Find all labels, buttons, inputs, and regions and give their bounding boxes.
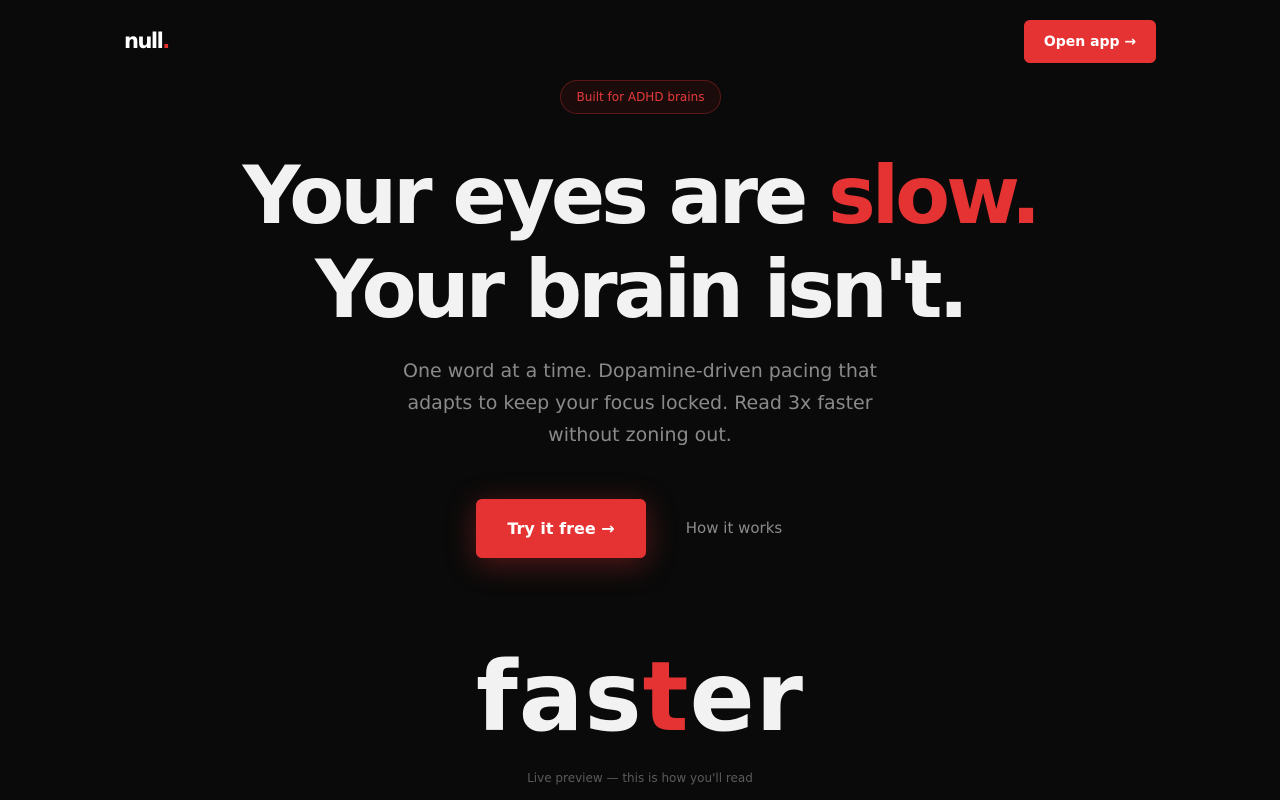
- logo[interactable]: null.: [124, 28, 170, 54]
- adhd-badge: Built for ADHD brains: [560, 80, 721, 114]
- preview-word-after: er: [689, 641, 805, 753]
- how-it-works-link[interactable]: How it works: [672, 516, 796, 540]
- preview-word-before: fas: [475, 641, 643, 753]
- try-it-free-button[interactable]: Try it free →: [476, 499, 646, 558]
- preview-word-focus-letter: t: [642, 641, 690, 753]
- headline-line-1: Your eyes are slow.: [0, 150, 1280, 242]
- landing-page: null. Open app → Built for ADHD brains Y…: [0, 0, 1280, 800]
- logo-text: null: [124, 29, 164, 53]
- preview-caption: Live preview — this is how you'll read: [527, 771, 753, 785]
- open-app-button[interactable]: Open app →: [1024, 20, 1156, 63]
- headline-accent-word: slow.: [828, 149, 1041, 242]
- headline-line-2: Your brain isn't.: [315, 243, 969, 336]
- hero-subtext: One word at a time. Dopamine-driven paci…: [403, 360, 877, 446]
- logo-dot: .: [162, 29, 170, 53]
- headline-line-1-text: Your eyes are: [242, 149, 829, 242]
- preview-word: faster: [0, 645, 1280, 749]
